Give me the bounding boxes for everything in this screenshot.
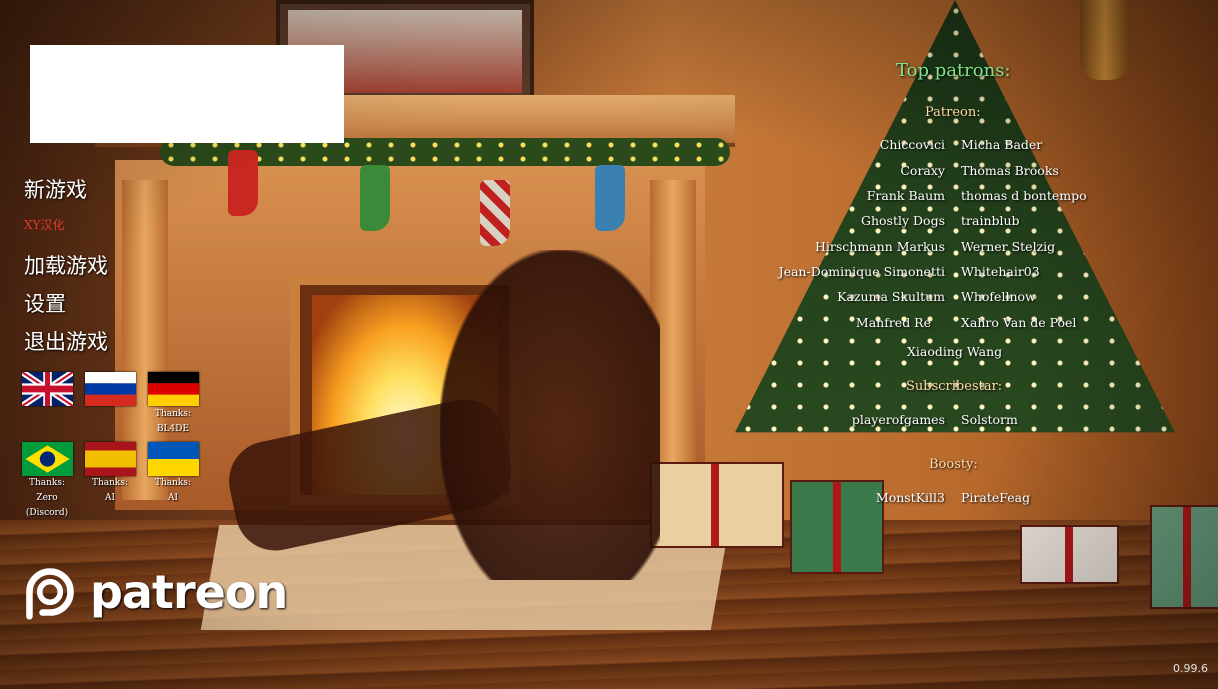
thanks-ukrainian: Thanks: AI xyxy=(154,478,192,503)
patron-name: Coraxy xyxy=(900,163,945,178)
patron-name: thomas d bontempo xyxy=(961,188,1087,203)
translation-credit: XY汉化 xyxy=(24,218,65,232)
language-flag-russian[interactable] xyxy=(85,372,136,406)
language-flag-brazil[interactable] xyxy=(22,442,73,476)
top-patrons-title: Top patrons: xyxy=(896,60,1011,81)
settings-button[interactable]: 设置 xyxy=(24,288,66,318)
patron-name: Whitehair03 xyxy=(961,264,1040,279)
patron-name: Jean-Dominique Simonetti xyxy=(778,264,945,279)
version-label: 0.99.6 xyxy=(1173,662,1208,675)
patron-name: Xahro Van de Poel xyxy=(961,315,1077,330)
patreon-link[interactable]: patreon xyxy=(22,562,288,622)
load-game-button[interactable]: 加载游戏 xyxy=(24,250,108,280)
language-flag-english[interactable] xyxy=(22,372,73,406)
thanks-brazil: Thanks: Zero (Discord) xyxy=(25,478,69,518)
patreon-wordmark: patreon xyxy=(90,565,288,619)
language-flag-german[interactable] xyxy=(148,372,199,406)
patron-name: PirateFeag xyxy=(961,490,1031,505)
thanks-spanish: Thanks: AI xyxy=(91,478,129,503)
patron-name: Micha Bader xyxy=(961,137,1043,152)
language-flag-spanish[interactable] xyxy=(85,442,136,476)
subscribestar-section-label: Subscribestar: xyxy=(906,379,1003,394)
patron-name: Werner Stelzig xyxy=(961,239,1056,254)
new-game-button[interactable]: 新游戏 xyxy=(24,174,87,204)
patron-name: Chiccovici xyxy=(879,137,945,152)
patron-name: Whofellnow xyxy=(961,289,1036,304)
language-flag-ukrainian[interactable] xyxy=(148,442,199,476)
patron-name: Solstorm xyxy=(961,412,1018,427)
patreon-section-label: Patreon: xyxy=(925,105,981,120)
patreon-icon xyxy=(26,568,74,620)
patron-name: trainblub xyxy=(961,213,1020,228)
patron-name: Manfred Re xyxy=(855,315,931,330)
game-logo-area xyxy=(30,45,344,143)
quit-button[interactable]: 退出游戏 xyxy=(24,326,108,356)
patron-name: Frank Baum xyxy=(866,188,945,203)
thanks-german: Thanks: BL4DE xyxy=(154,409,192,434)
patron-name: playerofgames xyxy=(851,412,945,427)
patron-name: Xiaoding Wang xyxy=(907,344,1003,359)
patron-name: Kazuma Skultum xyxy=(837,289,945,304)
patron-name: Hirschmann Markus xyxy=(815,239,945,254)
boosty-section-label: Boosty: xyxy=(929,457,978,472)
patron-name: Thomas Brooks xyxy=(961,163,1059,178)
patron-name: MonstKill3 xyxy=(875,490,945,505)
patron-name: Ghostly Dogs xyxy=(861,213,945,228)
